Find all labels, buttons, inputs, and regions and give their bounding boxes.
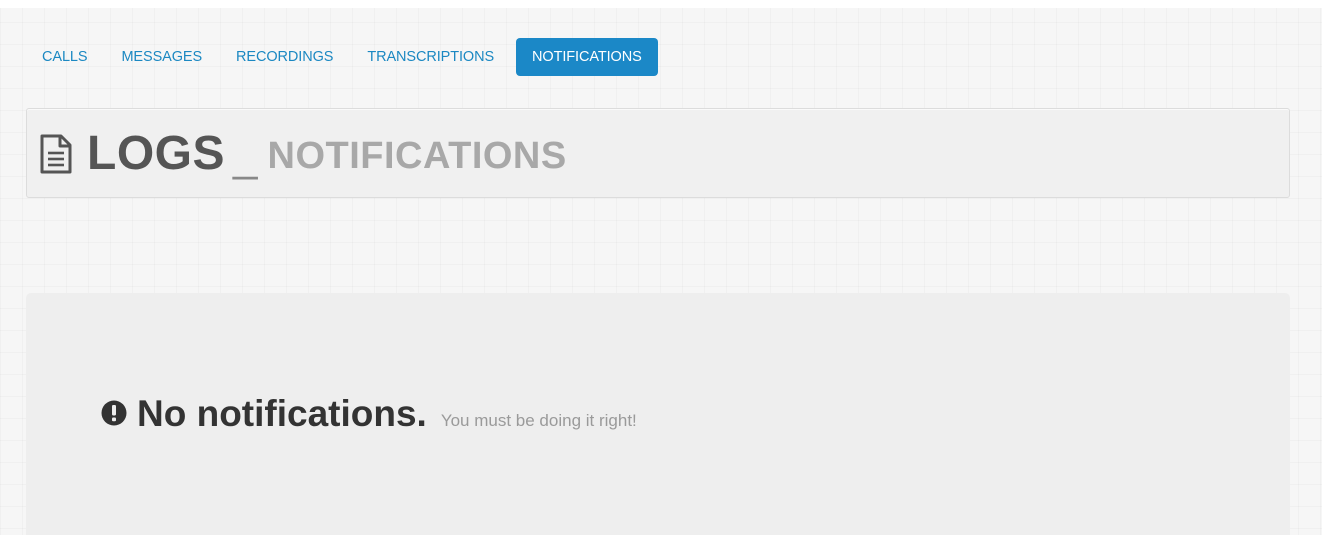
tab-messages[interactable]: MESSAGES [109,38,214,76]
empty-state-panel: No notifications. You must be doing it r… [26,293,1290,535]
empty-state-text: You must be doing it right! [440,411,637,430]
logs-tab-bar: CALLS MESSAGES RECORDINGS TRANSCRIPTIONS… [30,38,668,76]
document-icon [40,134,72,174]
exclamation-circle-icon [101,400,127,426]
top-strip [0,0,1322,8]
tab-transcriptions[interactable]: TRANSCRIPTIONS [355,38,506,76]
title-separator: _ [233,132,258,181]
page-title: LOGS [87,126,226,180]
page-subtitle: NOTIFICATIONS [267,134,567,177]
page-header: LOGS _ NOTIFICATIONS [26,108,1290,198]
tab-calls[interactable]: CALLS [30,38,99,76]
empty-state-heading: No notifications. [137,393,427,434]
tab-notifications[interactable]: NOTIFICATIONS [516,38,658,76]
empty-state-message: No notifications. You must be doing it r… [101,393,637,435]
tab-recordings[interactable]: RECORDINGS [224,38,345,76]
